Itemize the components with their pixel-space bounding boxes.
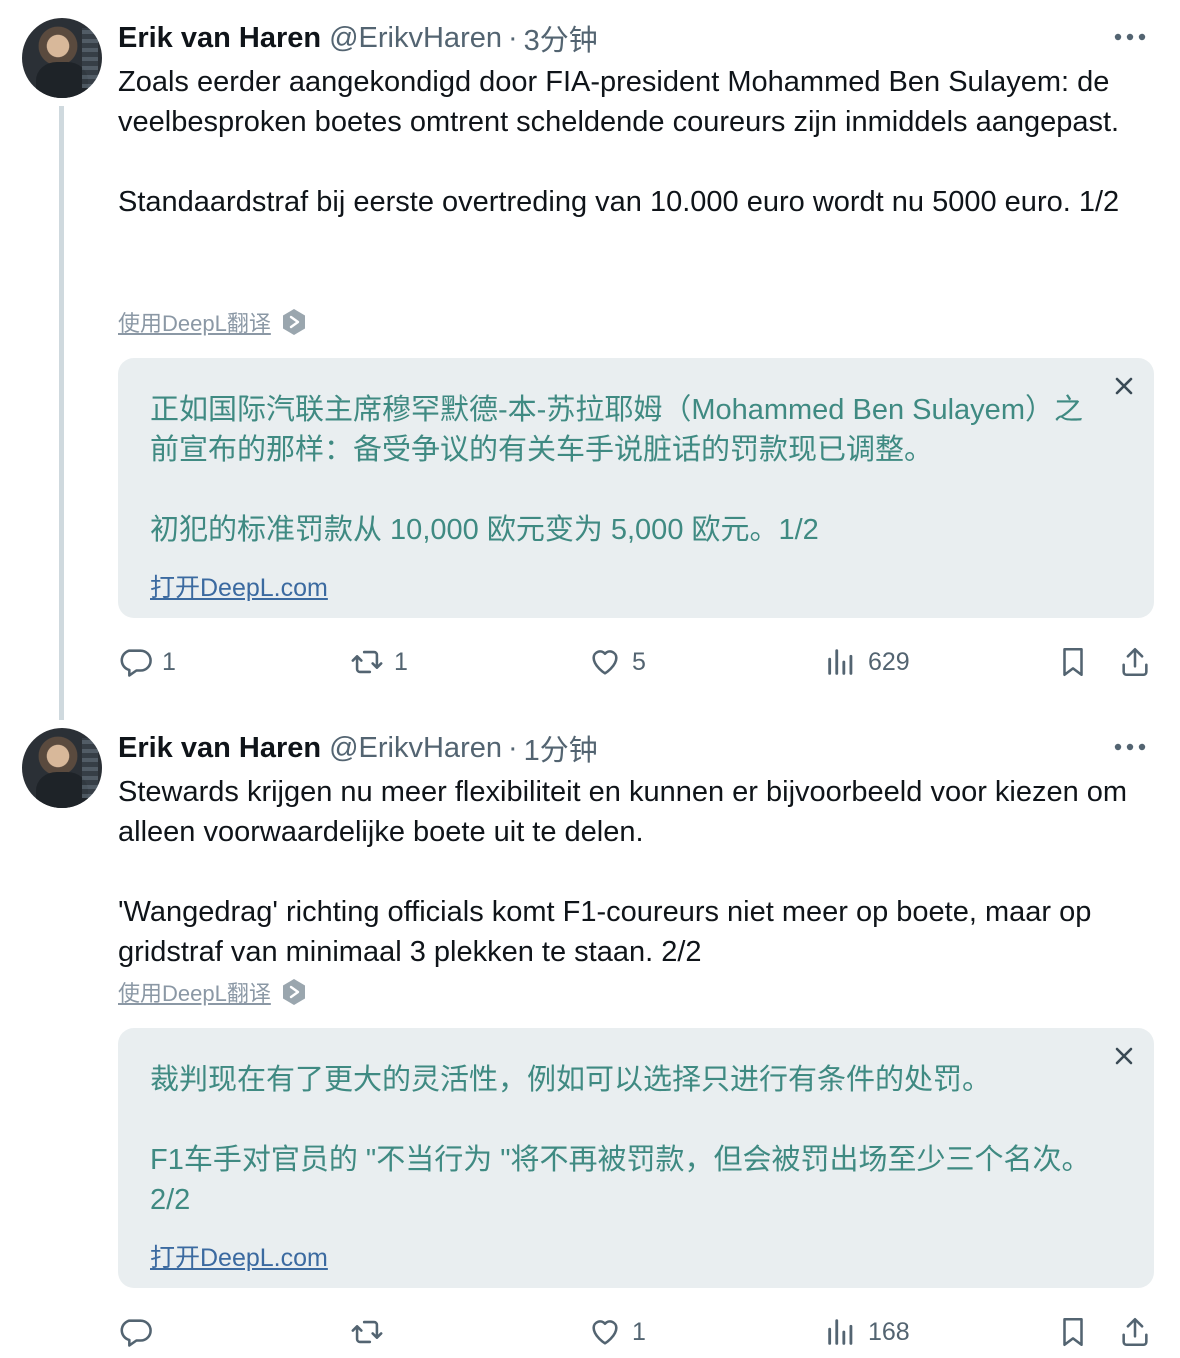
translate-link[interactable]: 使用DeepL翻译 — [118, 976, 307, 1008]
retweet-button[interactable] — [350, 1312, 394, 1352]
retweet-button[interactable]: 1 — [350, 642, 408, 682]
view-count: 629 — [868, 647, 910, 676]
like-count: 5 — [632, 647, 646, 676]
more-icon[interactable] — [1110, 732, 1150, 762]
like-button[interactable]: 1 — [588, 1312, 646, 1352]
like-icon — [592, 1320, 618, 1345]
more-icon[interactable] — [1110, 22, 1150, 52]
deepl-icon — [282, 979, 305, 1005]
reply-button[interactable] — [118, 1312, 162, 1352]
separator: · — [507, 21, 518, 54]
retweet-icon — [351, 650, 383, 674]
tweet[interactable]: Erik van Haren @ErikvHaren · 3分钟 Zoals e… — [0, 0, 1180, 720]
reply-icon — [120, 1319, 152, 1347]
translate-label[interactable]: 使用DeepL翻译 — [118, 976, 271, 1008]
retweet-count: 1 — [394, 647, 408, 676]
author-name[interactable]: Erik van Haren — [118, 22, 321, 55]
deepl-icon — [282, 309, 305, 335]
author-handle[interactable]: @ErikvHaren — [329, 732, 502, 765]
views-icon — [828, 649, 853, 675]
action-bar: 1 168 — [118, 1312, 1158, 1352]
tweet-header: Erik van Haren @ErikvHaren · 1分钟 — [118, 728, 598, 768]
tweet-text: Zoals eerder aangekondigd door FIA-presi… — [118, 62, 1158, 222]
share-button[interactable] — [1118, 1312, 1152, 1352]
open-deepl-link[interactable]: 打开DeepL.com — [150, 1238, 328, 1274]
share-icon — [1122, 1317, 1148, 1347]
translation-text: 正如国际汽联主席穆罕默德-本-苏拉耶姆（Mohammed Ben Sulayem… — [150, 394, 1083, 546]
avatar[interactable] — [22, 728, 102, 808]
like-icon — [592, 650, 618, 675]
close-icon[interactable] — [1112, 1044, 1136, 1068]
views-icon — [828, 1319, 853, 1345]
timestamp[interactable]: 3分钟 — [524, 17, 598, 59]
action-bar: 1 1 5 629 — [118, 642, 1158, 682]
author-name[interactable]: Erik van Haren — [118, 732, 321, 765]
tweet[interactable]: Erik van Haren @ErikvHaren · 1分钟 Steward… — [0, 710, 1180, 1358]
like-button[interactable]: 5 — [588, 642, 646, 682]
open-deepl-link[interactable]: 打开DeepL.com — [150, 568, 328, 604]
bookmark-icon — [1063, 1317, 1083, 1347]
separator: · — [507, 731, 518, 764]
reply-button[interactable]: 1 — [118, 642, 176, 682]
reply-icon — [120, 649, 152, 677]
translation-card: 裁判现在有了更大的灵活性，例如可以选择只进行有条件的处罚。 F1车手对官员的 "… — [118, 1028, 1154, 1288]
tweet-body: Zoals eerder aangekondigd door FIA-presi… — [118, 66, 1120, 218]
retweet-icon — [351, 1320, 383, 1344]
views-button[interactable]: 168 — [824, 1312, 910, 1352]
translation-text: 裁判现在有了更大的灵活性，例如可以选择只进行有条件的处罚。 F1车手对官员的 "… — [150, 1064, 1091, 1216]
tweet-body: Stewards krijgen nu meer flexibiliteit e… — [118, 776, 1128, 968]
like-count: 1 — [632, 1317, 646, 1346]
bookmark-icon — [1063, 647, 1083, 677]
bookmark-button[interactable] — [1056, 642, 1090, 682]
translate-label[interactable]: 使用DeepL翻译 — [118, 306, 271, 338]
tweet-header: Erik van Haren @ErikvHaren · 3分钟 — [118, 18, 598, 58]
translate-link[interactable]: 使用DeepL翻译 — [118, 306, 307, 338]
share-button[interactable] — [1118, 642, 1152, 682]
tweet-text: Stewards krijgen nu meer flexibiliteit e… — [118, 772, 1158, 972]
views-button[interactable]: 629 — [824, 642, 910, 682]
bookmark-button[interactable] — [1056, 1312, 1090, 1352]
author-handle[interactable]: @ErikvHaren — [329, 22, 502, 55]
share-icon — [1122, 647, 1148, 677]
reply-count: 1 — [162, 647, 176, 676]
translation-card: 正如国际汽联主席穆罕默德-本-苏拉耶姆（Mohammed Ben Sulayem… — [118, 358, 1154, 618]
avatar[interactable] — [22, 18, 102, 98]
view-count: 168 — [868, 1317, 910, 1346]
timestamp[interactable]: 1分钟 — [524, 727, 598, 769]
close-icon[interactable] — [1112, 374, 1136, 398]
